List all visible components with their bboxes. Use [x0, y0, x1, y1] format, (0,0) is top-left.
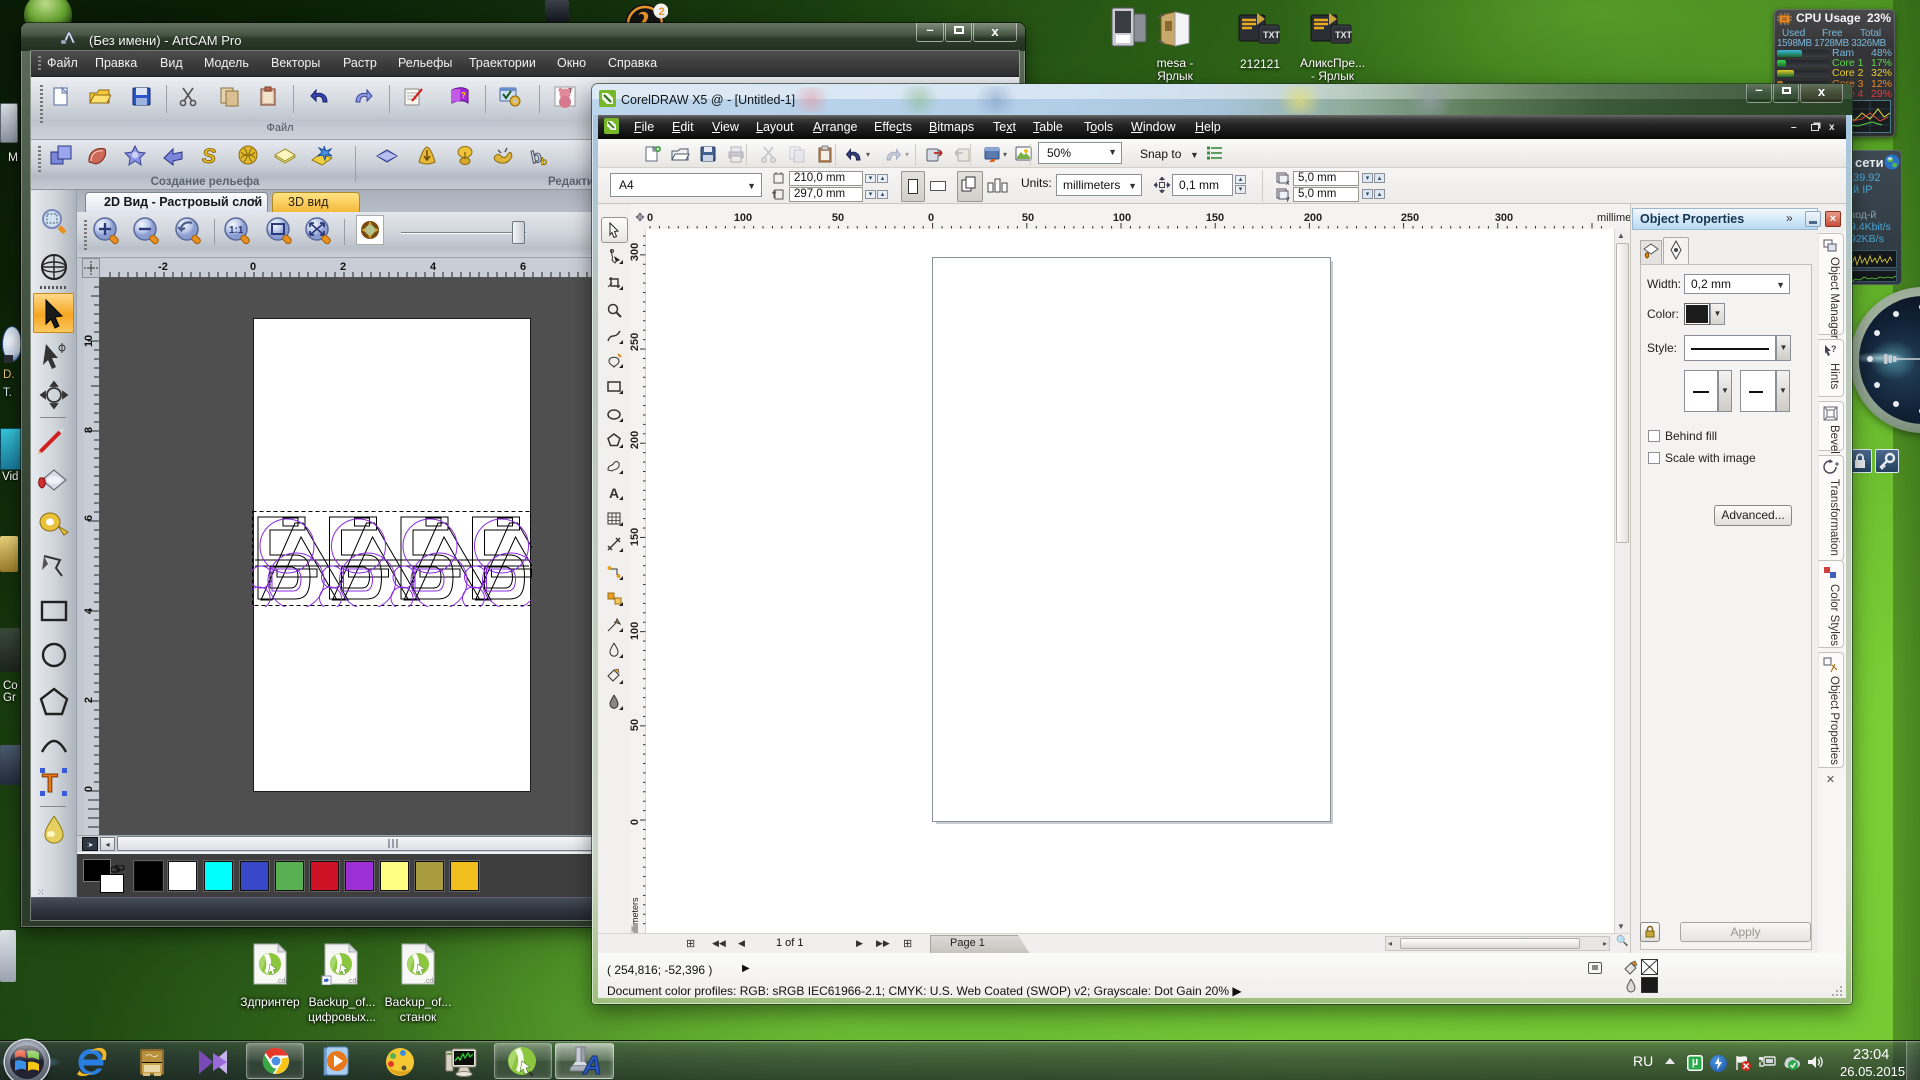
- svg-text:300: 300: [630, 243, 641, 261]
- svg-text:4: 4: [84, 607, 95, 614]
- svg-text:millimeters: millimeters: [1597, 212, 1630, 224]
- svg-text:0: 0: [84, 786, 95, 792]
- svg-text:TXT: TXT: [1263, 30, 1281, 40]
- svg-text:?: ?: [461, 91, 466, 100]
- svg-text:?: ?: [1831, 344, 1837, 354]
- svg-text:150: 150: [1206, 212, 1224, 224]
- svg-text:300: 300: [1495, 212, 1513, 224]
- svg-text:b: b: [541, 157, 547, 168]
- svg-text:250: 250: [1401, 212, 1419, 224]
- svg-text:2: 2: [84, 697, 95, 703]
- svg-text:.cdr: .cdr: [424, 978, 436, 985]
- svg-text:200: 200: [1304, 212, 1322, 224]
- svg-text:250: 250: [630, 333, 641, 351]
- svg-text:50: 50: [832, 212, 844, 224]
- svg-text:6: 6: [520, 261, 526, 273]
- svg-text:10: 10: [84, 335, 95, 347]
- svg-text:50: 50: [1022, 212, 1034, 224]
- svg-text:0: 0: [647, 212, 653, 224]
- svg-text:1:1: 1:1: [229, 225, 244, 236]
- svg-text:x: x: [1286, 180, 1290, 186]
- svg-text:100: 100: [630, 622, 641, 640]
- svg-text:100: 100: [1113, 212, 1131, 224]
- svg-text:2: 2: [340, 261, 346, 273]
- svg-text:T: T: [569, 89, 573, 95]
- svg-text:8: 8: [84, 427, 95, 433]
- svg-text:TXT: TXT: [1335, 30, 1353, 40]
- svg-text:150: 150: [630, 528, 641, 546]
- svg-text:-2: -2: [158, 261, 168, 273]
- svg-text:100: 100: [734, 212, 752, 224]
- svg-text:2: 2: [659, 6, 665, 18]
- svg-text:6: 6: [84, 515, 95, 521]
- svg-text:S: S: [202, 145, 216, 168]
- svg-text:A: A: [609, 485, 619, 501]
- svg-text:A: A: [582, 1050, 602, 1079]
- svg-text:4: 4: [430, 261, 437, 273]
- svg-text:0: 0: [250, 261, 256, 273]
- svg-text:y: y: [1286, 196, 1290, 202]
- svg-text:.cdr: .cdr: [276, 978, 288, 985]
- svg-text:.cdr: .cdr: [347, 978, 359, 985]
- svg-text:0: 0: [928, 212, 934, 224]
- svg-text:0: 0: [630, 819, 641, 825]
- svg-text:50: 50: [630, 719, 641, 731]
- svg-text:200: 200: [630, 431, 641, 449]
